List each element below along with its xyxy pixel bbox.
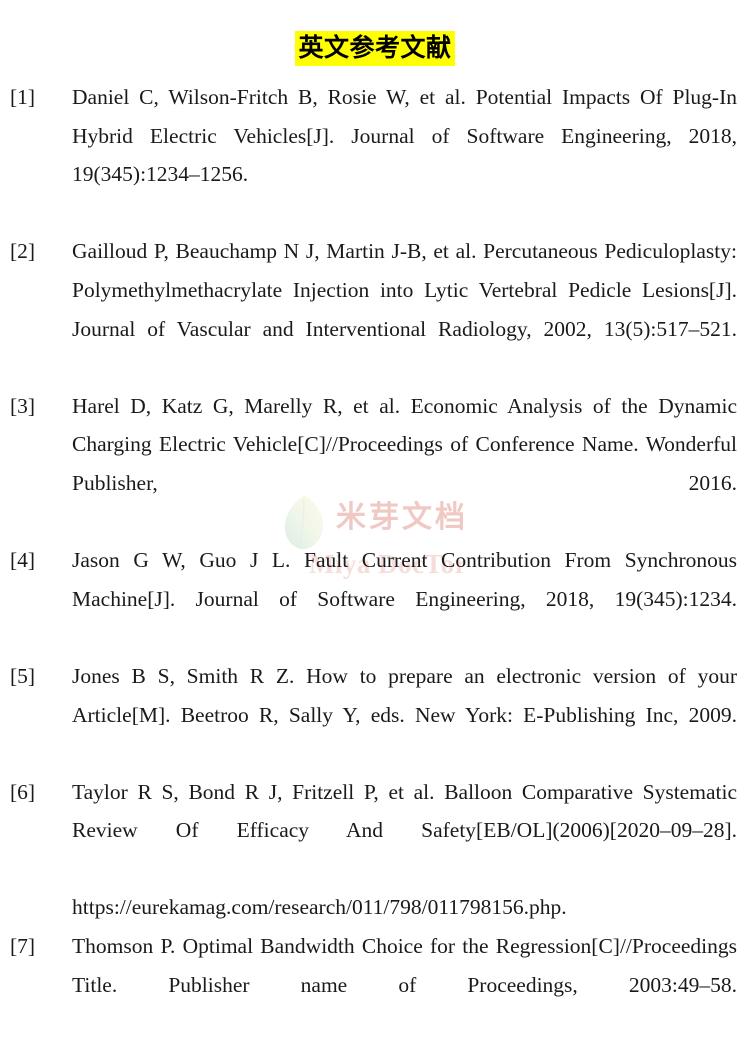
reference-entry: [1] Daniel C, Wilson-Fritch B, Rosie W, … [0, 78, 750, 232]
reference-entry: [2] Gailloud P, Beauchamp N J, Martin J-… [0, 232, 750, 386]
reference-entry: [4] Jason G W, Guo J L. Fault Current Co… [0, 541, 750, 657]
reference-text: Daniel C, Wilson-Fritch B, Rosie W, et a… [72, 85, 737, 187]
reference-label: [1] [10, 85, 36, 109]
reference-text: Jones B S, Smith R Z. How to prepare an … [72, 663, 737, 727]
reference-text: Thomson P. Optimal Bandwidth Choice for … [72, 934, 737, 997]
document-page: 米芽文档 Miya DocTor 英文参考文献 [1] Daniel C, Wi… [0, 0, 750, 1056]
reference-entry: [5] Jones B S, Smith R Z. How to prepare… [0, 657, 750, 773]
reference-label: [5] [10, 663, 36, 688]
reference-entry: [6] Taylor R S, Bond R J, Fritzell P, et… [0, 773, 750, 927]
reference-entry: [7] Thomson P. Optimal Bandwidth Choice … [0, 927, 750, 1043]
reference-text: Taylor R S, Bond R J, Fritzell P, et al.… [72, 779, 737, 843]
reference-list: [1] Daniel C, Wilson-Fritch B, Rosie W, … [0, 78, 750, 1043]
reference-entry: [3] Harel D, Katz G, Marelly R, et al. E… [0, 387, 750, 541]
reference-text: Gailloud P, Beauchamp N J, Martin J-B, e… [72, 239, 737, 341]
reference-label: [4] [10, 548, 36, 573]
reference-text: Jason G W, Guo J L. Fault Current Contri… [72, 548, 737, 611]
reference-label: [3] [10, 393, 36, 418]
reference-url[interactable]: https://eurekamag.com/research/011/798/0… [72, 888, 737, 927]
reference-label: [7] [10, 934, 36, 959]
reference-label: [6] [10, 779, 36, 804]
page-title-container: 英文参考文献 [0, 0, 750, 66]
page-title: 英文参考文献 [295, 31, 455, 66]
reference-label: [2] [10, 239, 36, 264]
reference-text: Harel D, Katz G, Marelly R, et al. Econo… [72, 393, 737, 495]
